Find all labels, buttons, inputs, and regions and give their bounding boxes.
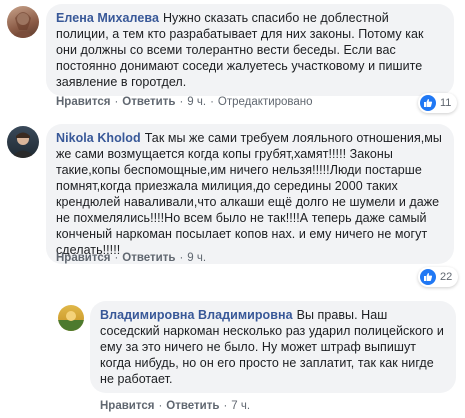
like-button[interactable]: Нравится	[56, 252, 110, 264]
like-button[interactable]: Нравится	[100, 400, 154, 412]
comment-actions: Нравится · Ответить · 9 ч. · Отредактировано	[56, 96, 313, 108]
comment-time[interactable]: 9 ч.	[187, 252, 206, 264]
avatar-photo-icon	[12, 12, 34, 38]
avatar[interactable]	[7, 126, 39, 158]
reaction-count: 11	[440, 97, 452, 109]
reply-button[interactable]: Ответить	[122, 252, 175, 264]
comment-actions: Нравится · Ответить · 7 ч.	[100, 400, 251, 412]
like-icon	[420, 269, 436, 285]
comment-bubble: Владимировна Владимировна Вы правы. Наш с…	[90, 301, 456, 393]
reaction-count: 22	[440, 271, 453, 283]
avatar-photo-icon	[58, 311, 84, 331]
reply-button[interactable]: Ответить	[166, 400, 219, 412]
reply-button[interactable]: Ответить	[122, 96, 175, 108]
avatar[interactable]	[58, 305, 84, 331]
comment-author[interactable]: Владимировна Владимировна	[100, 308, 293, 322]
comment-time[interactable]: 9 ч.	[187, 96, 206, 108]
comment-actions: Нравится · Ответить · 9 ч.	[56, 252, 207, 264]
like-button[interactable]: Нравится	[56, 96, 110, 108]
comment-text: Так мы же сами требуем лояльного отношен…	[56, 131, 442, 257]
comment-time[interactable]: 7 ч.	[231, 400, 250, 412]
comment-author[interactable]: Nikola Kholod	[56, 131, 141, 145]
reply-comment: Владимировна Владимировна Вы правы. Наш с…	[0, 298, 465, 418]
comment-bubble: Елена Михалева Нужно сказать спасибо не д…	[46, 4, 454, 96]
comment-2: Nikola Kholod Так мы же сами требуем лоял…	[0, 120, 465, 287]
comment-author[interactable]: Елена Михалева	[56, 11, 159, 25]
reactions-badge[interactable]: 22	[418, 267, 459, 287]
reactions-badge[interactable]: 11	[418, 93, 458, 113]
avatar-photo-icon	[11, 132, 35, 158]
avatar[interactable]	[7, 6, 39, 38]
comment-bubble: Nikola Kholod Так мы же сами требуем лоял…	[46, 124, 454, 264]
comment-1: Елена Михалева Нужно сказать спасибо не д…	[0, 0, 465, 120]
edited-label[interactable]: Отредактировано	[218, 96, 313, 108]
like-icon	[420, 95, 436, 111]
